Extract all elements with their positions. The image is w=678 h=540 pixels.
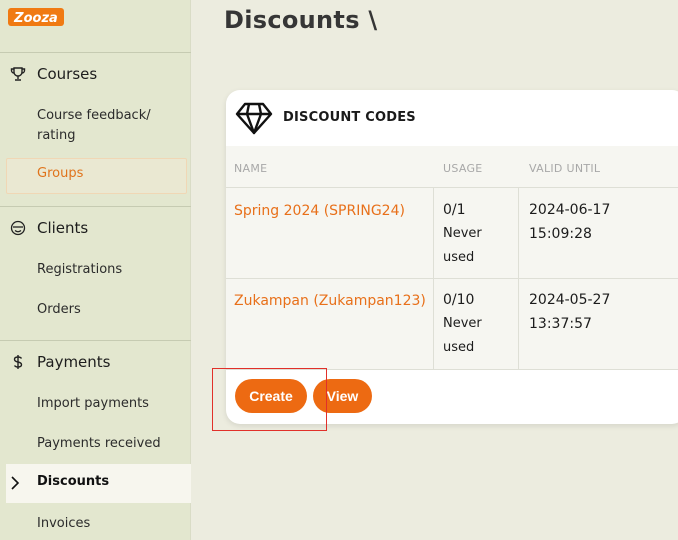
table-divider: [226, 278, 678, 279]
card-header: DISCOUNT CODES: [226, 90, 678, 146]
sidebar-item-groups-box[interactable]: [6, 158, 187, 194]
column-divider: [518, 187, 519, 369]
sidebar-item-groups[interactable]: Groups: [37, 166, 83, 181]
sidebar-section-courses[interactable]: Courses: [10, 65, 97, 83]
sidebar-divider: [0, 340, 191, 341]
sidebar-item-invoices[interactable]: Invoices: [37, 514, 90, 534]
page-title: Discounts \: [224, 6, 378, 34]
chevron-right-icon: [11, 476, 20, 490]
sidebar-item-orders[interactable]: Orders: [37, 300, 81, 320]
sidebar-divider: [0, 52, 191, 53]
valid-until-date: 2024-05-27: [529, 292, 611, 308]
valid-until-time: 15:09:28: [529, 226, 592, 242]
sidebar-item-discounts[interactable]: Discounts: [37, 474, 109, 489]
table-divider: [226, 187, 678, 188]
sidebar-section-payments[interactable]: Payments: [10, 353, 110, 371]
discount-name-link[interactable]: Zukampan (Zukampan123): [234, 291, 426, 311]
column-header-name[interactable]: NAME: [234, 162, 267, 175]
diamond-icon: [235, 102, 273, 135]
sidebar-item-course-feedback[interactable]: Course feedback/ rating: [37, 106, 167, 146]
usage-count: 0/10: [443, 292, 475, 308]
sidebar-section-label: Courses: [37, 65, 98, 83]
column-header-usage[interactable]: USAGE: [443, 162, 483, 175]
usage-note: Never used: [443, 226, 482, 265]
zooza-logo[interactable]: Zooza: [8, 6, 64, 28]
smile-icon: [10, 220, 26, 236]
highlight-box: [212, 368, 327, 431]
column-header-valid-until[interactable]: VALID UNTIL: [529, 162, 600, 175]
svg-text:Zooza: Zooza: [13, 11, 58, 26]
valid-until-date: 2024-06-17: [529, 202, 611, 218]
sidebar-item-registrations[interactable]: Registrations: [37, 260, 122, 280]
valid-until-time: 13:37:57: [529, 316, 592, 332]
trophy-icon: [10, 67, 26, 81]
discount-name-link[interactable]: Spring 2024 (SPRING24): [234, 201, 405, 221]
sidebar-item-payments-received[interactable]: Payments received: [37, 434, 161, 454]
column-divider: [433, 187, 434, 369]
sidebar-item-import-payments[interactable]: Import payments: [37, 394, 149, 414]
card-title: DISCOUNT CODES: [283, 110, 416, 125]
dollar-icon: [13, 355, 23, 369]
sidebar-section-label: Clients: [37, 219, 89, 237]
sidebar-divider: [0, 206, 191, 207]
sidebar-section-clients[interactable]: Clients: [10, 219, 88, 237]
usage-count: 0/1: [443, 202, 466, 218]
sidebar: Zooza Courses Course feedback/ rating Gr…: [0, 0, 191, 540]
sidebar-section-label: Payments: [37, 353, 111, 371]
usage-note: Never used: [443, 316, 482, 355]
